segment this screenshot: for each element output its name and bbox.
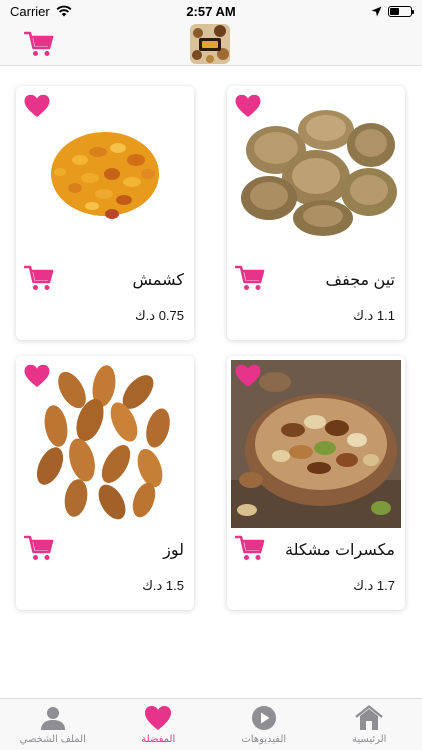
- add-to-cart-icon[interactable]: [235, 264, 265, 292]
- product-card-almonds[interactable]: لوز 1.5 د.ك: [16, 356, 194, 610]
- favorites-grid: تين مجفف 1.1 د.ك كشمش 0.75 د.ك مكسرات مش…: [0, 66, 422, 698]
- add-to-cart-icon[interactable]: [24, 534, 54, 562]
- app-logo: [190, 24, 230, 64]
- product-price: 0.75 د.ك: [134, 308, 184, 323]
- app-header: [0, 22, 422, 66]
- product-name: تين مجفف: [325, 272, 395, 289]
- product-price: 1.1 د.ك: [353, 308, 395, 323]
- wifi-icon: [56, 5, 72, 17]
- home-icon: [355, 705, 384, 730]
- status-left: Carrier: [10, 4, 72, 19]
- tab-favorites[interactable]: المفضلة: [106, 699, 212, 750]
- tab-label: المفضلة: [141, 734, 176, 745]
- tab-bar: الملف الشخصي المفضلة الفيديوهات الرئيسية: [0, 698, 422, 750]
- battery-icon: [388, 5, 414, 17]
- tab-profile[interactable]: الملف الشخصي: [0, 699, 106, 750]
- product-name: مكسرات مشكلة: [284, 542, 395, 559]
- tab-label: الرئيسية: [352, 734, 387, 745]
- carrier-label: Carrier: [10, 3, 50, 19]
- product-price: 1.5 د.ك: [142, 578, 184, 593]
- product-card-mixed-nuts[interactable]: مكسرات مشكلة 1.7 د.ك: [227, 356, 405, 610]
- product-card-dried-figs[interactable]: تين مجفف 1.1 د.ك: [227, 86, 405, 340]
- product-card-raisins[interactable]: كشمش 0.75 د.ك: [16, 86, 194, 340]
- status-bar: Carrier 2:57 AM: [0, 0, 422, 22]
- favorite-heart-icon[interactable]: [24, 94, 50, 118]
- favorite-heart-icon[interactable]: [235, 94, 261, 118]
- battery-level: [390, 7, 399, 15]
- tab-home[interactable]: الرئيسية: [317, 699, 422, 750]
- cart-icon[interactable]: [24, 30, 54, 58]
- play-icon: [251, 706, 276, 730]
- tab-videos[interactable]: الفيديوهات: [211, 699, 317, 750]
- favorite-heart-icon[interactable]: [24, 364, 50, 388]
- favorite-heart-icon[interactable]: [235, 364, 261, 388]
- status-right: [371, 5, 414, 17]
- product-price: 1.7 د.ك: [353, 578, 395, 593]
- location-arrow-icon: [371, 6, 382, 16]
- product-name: كشمش: [132, 272, 184, 289]
- add-to-cart-icon[interactable]: [24, 264, 54, 292]
- product-name: لوز: [163, 542, 184, 559]
- tab-label: الملف الشخصي: [19, 734, 86, 745]
- tab-label: الفيديوهات: [241, 734, 287, 745]
- person-icon: [40, 707, 65, 730]
- heart-icon: [145, 706, 172, 730]
- add-to-cart-icon[interactable]: [235, 534, 265, 562]
